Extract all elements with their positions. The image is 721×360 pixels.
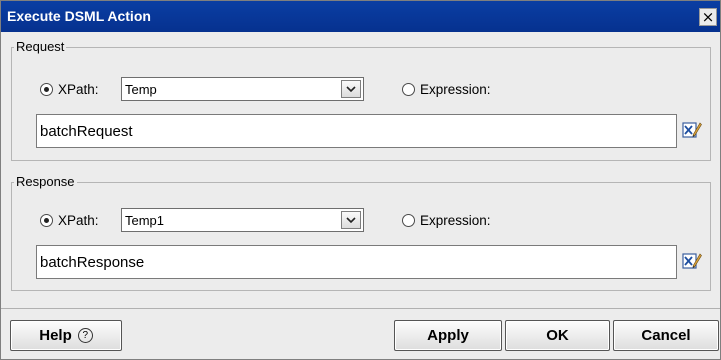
request-expression-radio[interactable]: Expression: xyxy=(402,82,491,97)
dialog-title: Execute DSML Action xyxy=(7,8,151,24)
execute-dsml-action-dialog: Execute DSML Action × Request XPath: Tem… xyxy=(0,0,721,360)
request-legend: Request xyxy=(14,39,67,54)
expression-editor-icon[interactable] xyxy=(682,251,702,271)
apply-button[interactable]: Apply xyxy=(394,320,502,351)
help-button-label: Help xyxy=(39,327,72,344)
expression-editor-icon[interactable] xyxy=(682,120,702,140)
ok-button[interactable]: OK xyxy=(505,320,610,351)
title-bar: Execute DSML Action × xyxy=(1,1,720,32)
radio-unselected-icon xyxy=(402,214,415,227)
response-xpath-select[interactable]: Temp1 xyxy=(121,208,364,232)
radio-selected-icon xyxy=(40,83,53,96)
close-icon: × xyxy=(701,7,715,26)
request-xpath-label: XPath: xyxy=(58,82,99,97)
response-xpath-radio[interactable]: XPath: xyxy=(40,213,99,228)
help-icon: ? xyxy=(77,328,93,343)
footer-separator xyxy=(1,308,720,309)
radio-unselected-icon xyxy=(402,83,415,96)
request-xpath-radio[interactable]: XPath: xyxy=(40,82,99,97)
response-expression-field[interactable]: batchResponse xyxy=(36,245,677,279)
cancel-button[interactable]: Cancel xyxy=(613,320,719,351)
request-xpath-value: Temp xyxy=(125,82,157,97)
chevron-down-icon[interactable] xyxy=(341,80,361,98)
request-xpath-select[interactable]: Temp xyxy=(121,77,364,101)
response-field-value: batchResponse xyxy=(40,254,145,271)
request-expression-field[interactable]: batchRequest xyxy=(36,114,677,148)
response-xpath-value: Temp1 xyxy=(125,213,165,228)
response-legend: Response xyxy=(14,174,77,189)
chevron-down-icon[interactable] xyxy=(341,211,361,229)
request-group: Request XPath: Temp Expression: batchReq… xyxy=(11,39,711,161)
response-expression-radio[interactable]: Expression: xyxy=(402,213,491,228)
response-group: Response XPath: Temp1 Expression: batchR… xyxy=(11,174,711,291)
request-expression-label: Expression: xyxy=(420,82,491,97)
request-field-value: batchRequest xyxy=(40,123,133,140)
response-expression-label: Expression: xyxy=(420,213,491,228)
help-button[interactable]: Help ? xyxy=(10,320,122,351)
close-button[interactable]: × xyxy=(699,8,717,26)
response-xpath-label: XPath: xyxy=(58,213,99,228)
radio-selected-icon xyxy=(40,214,53,227)
